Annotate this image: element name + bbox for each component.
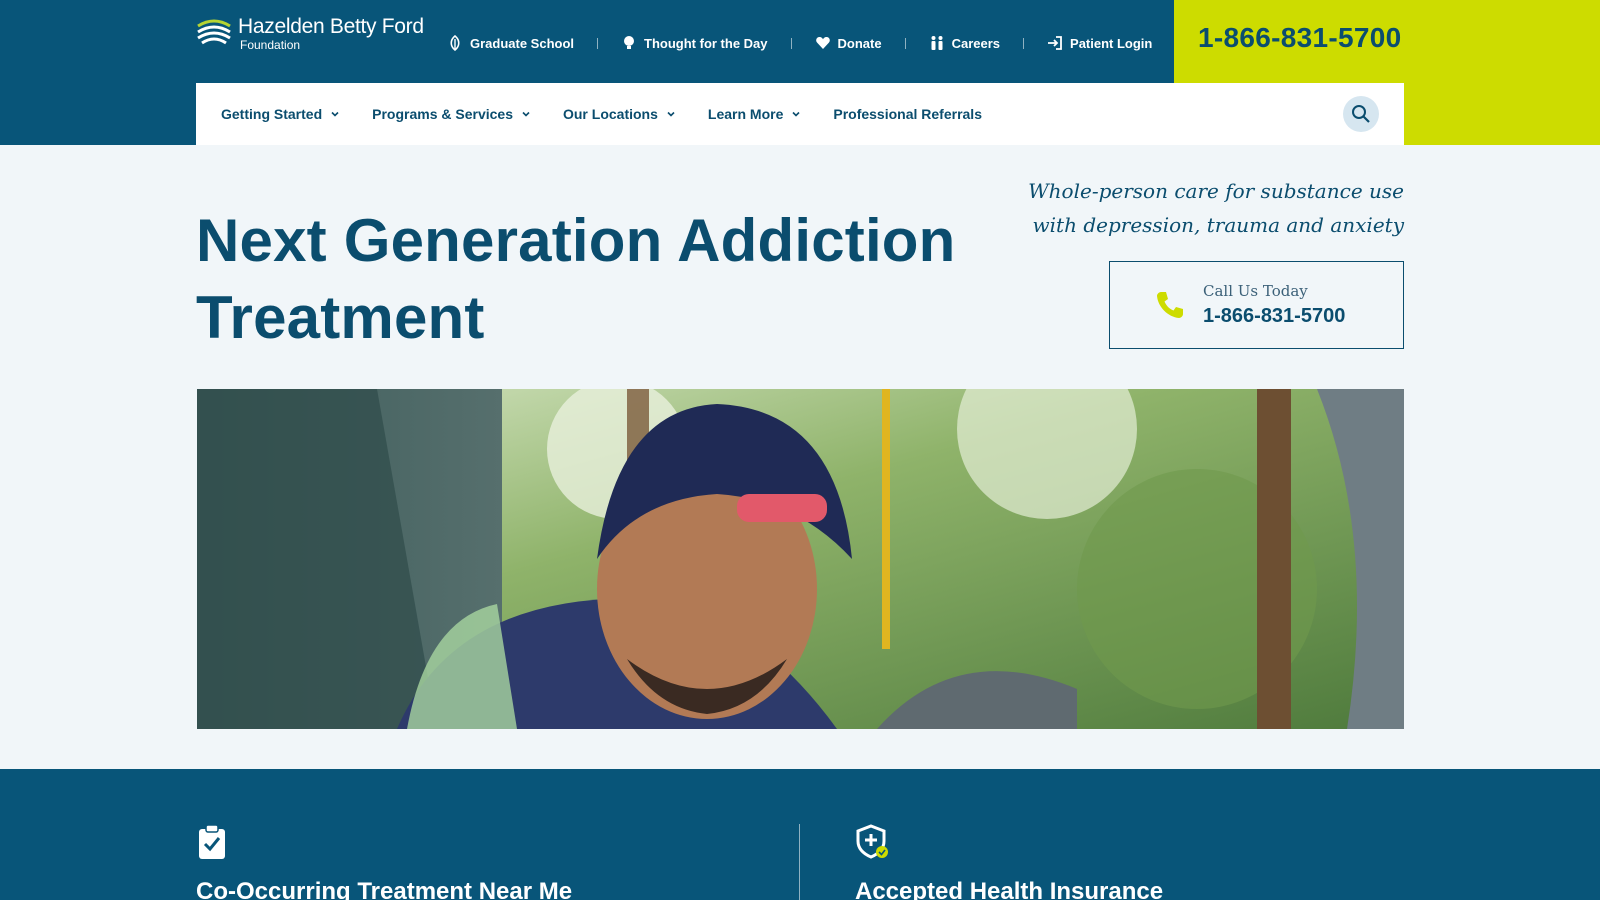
utility-nav: Graduate School Thought for the Day Dona… [447,32,1152,54]
utility-label: Donate [837,35,882,51]
utility-thought-for-the-day[interactable]: Thought for the Day [621,35,768,51]
utility-label: Careers [951,35,1001,51]
utility-separator [597,37,599,49]
hero-tagline: Whole-person care for substance use with… [1028,179,1404,237]
utility-label: Thought for the Day [644,35,768,51]
search-button[interactable] [1343,96,1379,132]
nav-programs-services[interactable]: Programs & Services [372,106,531,122]
nav-label: Professional Referrals [833,106,982,122]
utility-graduate-school[interactable]: Graduate School [447,35,574,51]
chevron-down-icon [522,111,530,117]
call-number: 1-866-831-5700 [1203,305,1346,327]
logo-mark-icon [197,19,231,45]
leaf-icon [450,35,460,51]
nav-label: Programs & Services [372,106,513,122]
nav-label: Our Locations [562,106,658,122]
page-title: Next Generation Addiction Treatment [196,207,956,351]
feature-divider [799,824,800,900]
nav-getting-started[interactable]: Getting Started [221,106,340,122]
utility-separator [904,37,906,49]
search-icon [1352,105,1370,123]
hero-photo [197,389,1404,729]
lightbulb-icon [624,36,635,49]
people-icon [931,36,943,50]
header-phone-link[interactable]: 1-866-831-5700 [1198,22,1401,54]
call-label: Call Us Today [1203,282,1308,300]
phone-icon [1157,292,1183,318]
utility-label: Patient Login [1070,35,1153,51]
nav-learn-more[interactable]: Learn More [708,106,801,122]
feature-co-occurring[interactable]: Co-Occurring Treatment Near Me [196,824,572,900]
utility-donate[interactable]: Donate [815,35,882,51]
nav-label: Learn More [707,106,784,122]
brand-sub: Foundation [240,38,301,52]
utility-separator [790,37,792,49]
nav-label: Getting Started [221,106,323,122]
utility-label: Graduate School [470,35,575,51]
call-us-button[interactable]: Call Us Today 1-866-831-5700 [1109,261,1404,349]
chevron-down-icon [792,111,800,117]
main-nav: Getting Started Programs & Services Our … [196,83,1404,145]
heart-icon [815,36,830,49]
nav-our-locations[interactable]: Our Locations [563,106,676,122]
chevron-down-icon [667,111,675,117]
hero-photo-illustration [197,389,1404,729]
brand-logo[interactable]: Hazelden Betty Ford Foundation [196,16,424,51]
clipboard-check-icon [199,824,225,859]
chevron-down-icon [331,111,339,117]
utility-patient-login[interactable]: Patient Login [1047,35,1152,51]
brand-name: Hazelden Betty Ford [238,15,424,38]
shield-check-icon [856,824,888,859]
feature-health-insurance[interactable]: Accepted Health Insurance [855,824,1163,900]
login-icon [1048,36,1062,50]
utility-separator [1023,37,1025,49]
feature-title: Accepted Health Insurance [855,878,1164,900]
utility-careers[interactable]: Careers [929,35,1000,51]
nav-professional-referrals[interactable]: Professional Referrals [833,106,982,122]
feature-title: Co-Occurring Treatment Near Me [196,878,573,900]
